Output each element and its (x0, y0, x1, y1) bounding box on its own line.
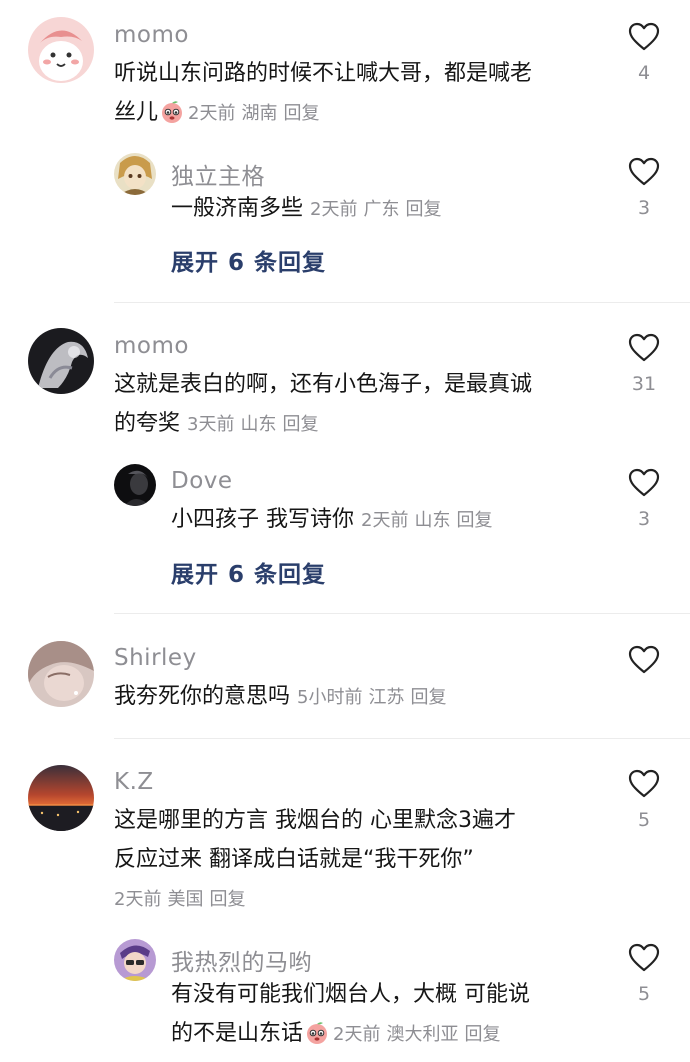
reply-text-line: 一般济南多些 2天前 广东 回复 (171, 194, 447, 225)
comment-username[interactable]: momo (114, 22, 189, 48)
comment-text-continued: 的夸奖 (114, 411, 181, 436)
like-button[interactable] (624, 769, 664, 799)
like-count: 31 (631, 373, 657, 395)
avatar[interactable] (28, 17, 94, 83)
reply-button[interactable]: 回复 (209, 889, 245, 910)
like-button[interactable] (624, 468, 664, 498)
comment-text: 听说山东问路的时候不让喊大哥，都是喊老 (114, 61, 533, 86)
comment-divider (114, 738, 690, 739)
comment-time: 2天前 (114, 889, 162, 910)
reply-button[interactable]: 回复 (283, 103, 319, 124)
heart-outline-icon (628, 157, 660, 186)
comment-text: 这就是表白的啊，还有小色海子，是最真诚 (114, 372, 533, 397)
comment-text-continued: 丝儿 (114, 100, 159, 125)
crying-peach-emoji-icon (305, 1021, 329, 1054)
crying-peach-emoji-icon (160, 100, 184, 133)
heart-outline-icon (628, 645, 660, 674)
reply-time: 2天前 (333, 1024, 381, 1045)
comment-location: 江苏 (368, 687, 405, 708)
avatar[interactable] (28, 641, 94, 707)
comment-text-line2: 丝儿 2天前 湖南 回复 (114, 98, 325, 133)
reply-time: 2天前 (361, 510, 409, 531)
like-count: 5 (637, 809, 651, 831)
reply-text-line: 小四孩子 我写诗你 2天前 山东 回复 (171, 505, 498, 536)
like-count: 5 (637, 983, 651, 1005)
comment-location: 美国 (167, 889, 204, 910)
avatar[interactable] (114, 153, 156, 195)
reply-button[interactable]: 回复 (410, 687, 446, 708)
like-button[interactable] (624, 333, 664, 363)
reply-button[interactable]: 回复 (456, 510, 492, 531)
like-count: 4 (637, 62, 651, 84)
heart-outline-icon (628, 333, 660, 362)
reply-text: 一般济南多些 (171, 196, 304, 221)
reply-location: 澳大利亚 (386, 1024, 459, 1045)
avatar[interactable] (28, 328, 94, 394)
comment-text-line: 我夯死你的意思吗 5小时前 江苏 回复 (114, 682, 452, 713)
comment-username[interactable]: K.Z (114, 769, 154, 795)
expand-replies-button[interactable]: 展开 6 条回复 (171, 243, 326, 277)
comment-username[interactable]: momo (114, 333, 189, 359)
like-button[interactable] (624, 22, 664, 52)
reply-text-line2: 的不是山东话 2天前 澳大利亚 回复 (171, 1019, 506, 1054)
comment-time: 2天前 (188, 103, 236, 124)
comment-divider (114, 302, 690, 303)
heart-outline-icon (628, 468, 660, 497)
comment-location: 湖南 (241, 103, 278, 124)
comment-text: 这是哪里的方言 我烟台的 心里默念3遍才 (114, 808, 516, 833)
avatar[interactable] (114, 939, 156, 981)
reply-username[interactable]: 我热烈的马哟 (171, 943, 312, 977)
comment-time: 5小时前 (297, 687, 363, 708)
avatar[interactable] (114, 464, 156, 506)
like-button[interactable] (624, 157, 664, 187)
comment-text-continued: 反应过来 翻译成白话就是“我干死你” (114, 847, 474, 872)
comment-text-line2: 的夸奖 3天前 山东 回复 (114, 409, 324, 440)
comment-divider (114, 613, 690, 614)
heart-outline-icon (628, 943, 660, 972)
reply-text: 有没有可能我们烟台人，大概 可能说 (171, 982, 530, 1007)
comment-time: 3天前 (187, 414, 235, 435)
like-button[interactable] (624, 645, 664, 675)
comment-text: 我夯死你的意思吗 (114, 684, 291, 709)
comment-username[interactable]: Shirley (114, 645, 197, 671)
reply-username[interactable]: Dove (171, 468, 233, 494)
comment-meta: 2天前 美国 回复 (114, 885, 251, 915)
avatar[interactable] (28, 765, 94, 831)
like-button[interactable] (624, 943, 664, 973)
reply-username[interactable]: 独立主格 (171, 157, 265, 191)
comment-location: 山东 (240, 414, 277, 435)
reply-location: 广东 (363, 199, 400, 220)
reply-button[interactable]: 回复 (282, 414, 318, 435)
expand-replies-button[interactable]: 展开 6 条回复 (171, 555, 326, 589)
reply-button[interactable]: 回复 (464, 1024, 500, 1045)
reply-text-continued: 的不是山东话 (171, 1021, 304, 1046)
heart-outline-icon (628, 22, 660, 51)
heart-outline-icon (628, 769, 660, 798)
reply-button[interactable]: 回复 (405, 199, 441, 220)
reply-text: 小四孩子 我写诗你 (171, 507, 354, 532)
like-count: 3 (637, 508, 651, 530)
reply-time: 2天前 (310, 199, 358, 220)
like-count: 3 (637, 197, 651, 219)
reply-location: 山东 (414, 510, 451, 531)
